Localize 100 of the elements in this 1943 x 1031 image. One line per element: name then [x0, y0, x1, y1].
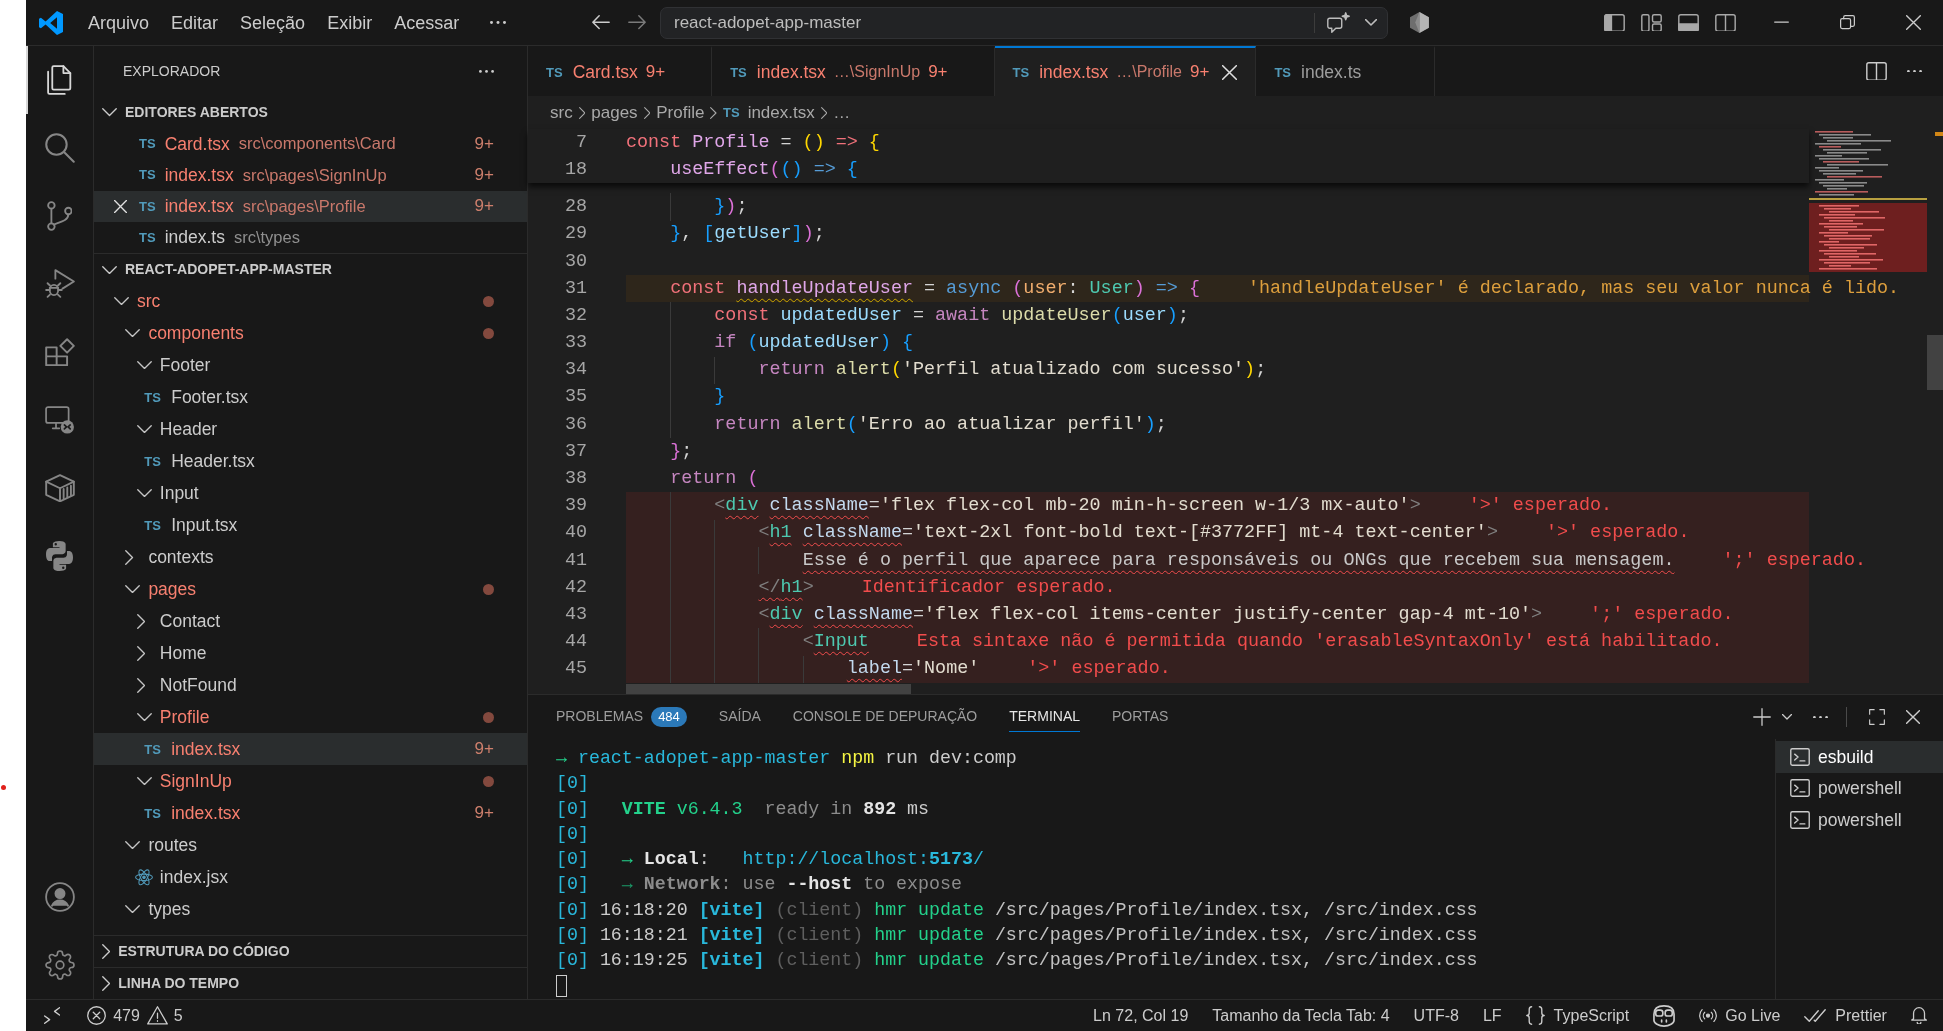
- minimap[interactable]: [1809, 129, 1927, 272]
- tree-item[interactable]: NotFound: [94, 669, 527, 702]
- tree-item[interactable]: TS Header.tsx: [94, 445, 527, 478]
- go-live-button[interactable]: Go Live: [1699, 1003, 1781, 1028]
- search-icon[interactable]: [44, 133, 75, 163]
- section-header[interactable]: REACT-ADOPET-APP-MASTER: [94, 253, 527, 286]
- tree-item[interactable]: SignInUp: [94, 765, 527, 798]
- hexagon-icon[interactable]: [1410, 12, 1429, 33]
- menu-item[interactable]: Editar: [160, 7, 230, 38]
- indentation-status[interactable]: Tamanho da Tecla Tab: 4: [1212, 1003, 1390, 1028]
- cursor-position[interactable]: Ln 72, Col 19: [1093, 1003, 1189, 1028]
- tree-item[interactable]: src: [94, 285, 527, 318]
- more-icon[interactable]: [1907, 69, 1922, 73]
- open-editor-item[interactable]: TS index.tsx src\pages\SignInUp 9+: [94, 159, 527, 191]
- grid-layout-icon[interactable]: [1641, 13, 1662, 32]
- tree-item[interactable]: Footer: [94, 349, 527, 382]
- chevron-down-icon[interactable]: [102, 265, 117, 274]
- chevron-right-icon[interactable]: [136, 645, 146, 661]
- chevron-down-icon[interactable]: [136, 777, 152, 786]
- account-icon[interactable]: [44, 882, 75, 912]
- open-editor-item[interactable]: TS Card.tsx src\components\Card 9+: [94, 128, 527, 160]
- tree-item[interactable]: Header: [94, 413, 527, 446]
- chevron-down-icon[interactable]: [125, 585, 141, 594]
- branch-icon[interactable]: [46, 201, 73, 231]
- more-icon[interactable]: [1813, 715, 1828, 719]
- chevron-right-icon[interactable]: [125, 549, 134, 565]
- problems-status[interactable]: 479 5: [87, 1003, 183, 1028]
- scrollbar-thumb[interactable]: [626, 684, 911, 694]
- tree-item[interactable]: TS Input.tsx: [94, 509, 527, 542]
- left-pane-layout-icon[interactable]: [1604, 13, 1625, 32]
- settings-icon[interactable]: [44, 950, 75, 980]
- scrollbar-thumb[interactable]: [1927, 335, 1943, 390]
- minimize-icon[interactable]: [1774, 21, 1789, 24]
- tree-item[interactable]: Contact: [94, 605, 527, 638]
- breadcrumb-item[interactable]: src: [550, 99, 573, 126]
- forward-arrow-icon[interactable]: [628, 15, 646, 30]
- breadcrumb-item[interactable]: pages: [591, 99, 638, 126]
- box-icon[interactable]: [44, 473, 75, 503]
- menu-item[interactable]: Acessar: [383, 7, 471, 38]
- breadcrumb-item[interactable]: TS index.tsx: [723, 99, 815, 126]
- tree-item[interactable]: TS index.tsx 9+: [94, 797, 527, 830]
- restore-icon[interactable]: [1840, 15, 1855, 30]
- chevron-right-icon[interactable]: [136, 677, 146, 693]
- editor-tab[interactable]: TS index.tsx …\Profile 9+: [994, 46, 1257, 96]
- tree-item[interactable]: Input: [94, 477, 527, 510]
- plus-icon[interactable]: [1753, 708, 1771, 726]
- close-icon[interactable]: [1221, 64, 1237, 80]
- remote-icon[interactable]: [44, 1007, 61, 1024]
- chevron-down-icon[interactable]: [136, 361, 152, 370]
- chevron-down-icon[interactable]: [125, 841, 141, 850]
- chevron-down-icon[interactable]: [125, 329, 141, 338]
- tree-item[interactable]: components: [94, 317, 527, 350]
- chevron-right-icon[interactable]: [136, 613, 146, 629]
- chevron-down-icon[interactable]: [136, 425, 152, 434]
- encoding-status[interactable]: UTF-8: [1413, 1003, 1459, 1028]
- section-header[interactable]: EDITORES ABERTOS: [94, 97, 527, 128]
- chevron-right-icon[interactable]: [102, 976, 111, 991]
- goggles-face-icon[interactable]: [1653, 1004, 1676, 1027]
- breadcrumb-item[interactable]: Profile: [656, 99, 705, 126]
- section-header[interactable]: ESTRUTURA DO CÓDIGO: [94, 935, 527, 967]
- tree-item[interactable]: pages: [94, 573, 527, 606]
- two-snakes-icon[interactable]: [46, 541, 73, 571]
- split-editor-icon[interactable]: [1866, 61, 1887, 81]
- monitor-icon[interactable]: [44, 405, 75, 435]
- tree-item[interactable]: contexts: [94, 541, 527, 574]
- chevron-down-icon[interactable]: [102, 108, 117, 117]
- tree-item[interactable]: types: [94, 893, 527, 926]
- tree-item[interactable]: TS Footer.tsx: [94, 381, 527, 414]
- tree-item[interactable]: Profile: [94, 701, 527, 734]
- maximize-icon[interactable]: [1869, 709, 1885, 725]
- chevron-down-icon[interactable]: [1365, 19, 1377, 26]
- chevron-right-icon[interactable]: [102, 944, 111, 959]
- menu-item[interactable]: Seleção: [229, 7, 317, 38]
- terminal-item[interactable]: esbuild: [1776, 741, 1943, 773]
- panel-tab[interactable]: PORTAS: [1112, 702, 1169, 732]
- split-pane-layout-icon[interactable]: [1715, 13, 1736, 32]
- files-icon[interactable]: [47, 65, 72, 95]
- close-icon[interactable]: [113, 199, 127, 213]
- play-bug-icon[interactable]: [44, 269, 75, 299]
- more-icon[interactable]: [490, 21, 507, 24]
- tree-item[interactable]: TS index.tsx 9+: [94, 733, 527, 766]
- close-icon[interactable]: [1906, 15, 1921, 30]
- open-editor-item[interactable]: TS index.ts src\types: [94, 221, 527, 254]
- blocks-icon[interactable]: [44, 337, 75, 367]
- open-editor-item[interactable]: TS index.tsx src\pages\Profile 9+: [94, 190, 527, 222]
- menu-item[interactable]: Arquivo: [77, 7, 161, 38]
- panel-tab[interactable]: CONSOLE DE DEPURAÇÃO: [792, 702, 978, 732]
- terminal-item[interactable]: powershell: [1776, 772, 1943, 804]
- chat-sparkle-icon[interactable]: [1327, 12, 1350, 33]
- tree-item[interactable]: Home: [94, 637, 527, 670]
- command-center[interactable]: react-adopet-app-master: [660, 6, 1388, 39]
- panel-tab[interactable]: PROBLEMAS 484: [556, 702, 687, 732]
- chevron-down-icon[interactable]: [1782, 714, 1792, 720]
- formatter-status[interactable]: Prettier: [1804, 1003, 1887, 1028]
- panel-tab[interactable]: TERMINAL: [1009, 702, 1081, 732]
- breadcrumb-item[interactable]: …: [833, 99, 851, 126]
- more-icon[interactable]: [479, 70, 494, 73]
- language-status[interactable]: TypeScript: [1525, 1003, 1630, 1028]
- chevron-down-icon[interactable]: [114, 297, 129, 306]
- bell-icon[interactable]: [1910, 1007, 1927, 1024]
